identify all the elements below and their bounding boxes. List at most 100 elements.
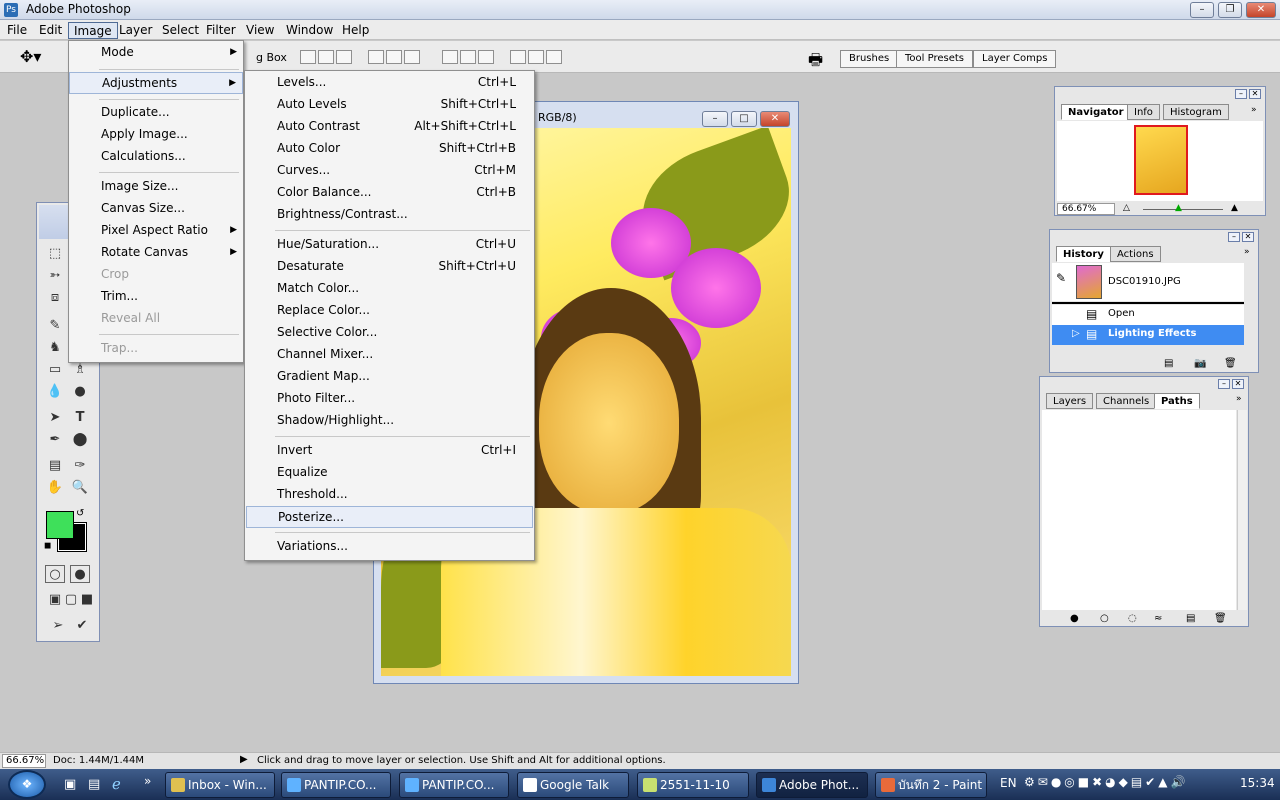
file-browser-icon[interactable]: 🖶: [808, 49, 823, 76]
palette-minimize-icon[interactable]: –: [1235, 89, 1247, 99]
minimize-button[interactable]: –: [1190, 2, 1214, 18]
paths-list[interactable]: [1042, 410, 1236, 610]
menu-item-hue-saturation[interactable]: Hue/Saturation... Ctrl+U: [245, 234, 534, 256]
taskbar-item[interactable]: 2551-11-10: [637, 772, 749, 798]
menu-item-pixel-aspect-ratio[interactable]: Pixel Aspect Ratio ▶: [69, 220, 243, 242]
paths-scrollbar[interactable]: [1237, 410, 1247, 610]
restore-button[interactable]: ❐: [1218, 2, 1242, 18]
swap-colors-icon[interactable]: ↺: [76, 508, 84, 519]
clone-stamp-icon[interactable]: ♞: [45, 339, 65, 357]
menu-item-gradient-map[interactable]: Gradient Map...: [245, 366, 534, 388]
menu-item-replace-color[interactable]: Replace Color...: [245, 300, 534, 322]
history-state-row[interactable]: ▤ Open: [1052, 305, 1244, 325]
menu-help[interactable]: Help: [337, 22, 374, 39]
system-tray-icons[interactable]: ⚙✉●◎■✖◕◆▤✔▲🔊: [1024, 775, 1188, 789]
load-path-as-selection-icon[interactable]: ◌: [1128, 613, 1137, 624]
tab-info[interactable]: Info: [1127, 104, 1160, 120]
taskbar-item[interactable]: Inbox - Win...: [165, 772, 275, 798]
tab-channels[interactable]: Channels: [1096, 393, 1157, 409]
blur-tool-icon[interactable]: 💧: [45, 383, 65, 401]
palette-close-icon[interactable]: ✕: [1232, 379, 1244, 389]
menu-layer[interactable]: Layer: [114, 22, 157, 39]
align-top-icon[interactable]: [300, 50, 316, 64]
menu-item-channel-mixer[interactable]: Channel Mixer...: [245, 344, 534, 366]
menu-item-auto-contrast[interactable]: Auto Contrast Alt+Shift+Ctrl+L: [245, 116, 534, 138]
menu-file[interactable]: File: [2, 22, 32, 39]
menu-item-match-color[interactable]: Match Color...: [245, 278, 534, 300]
history-brush-source-icon[interactable]: ✎: [1056, 271, 1066, 285]
stroke-path-icon[interactable]: ○: [1100, 613, 1109, 624]
tab-actions[interactable]: Actions: [1110, 246, 1161, 262]
menu-item-image-size[interactable]: Image Size...: [69, 176, 243, 198]
distribute-left-icon[interactable]: [510, 50, 526, 64]
history-snapshot-row[interactable]: ✎ DSC01910.JPG: [1052, 263, 1244, 301]
navigator-thumbnail[interactable]: [1134, 125, 1188, 195]
quick-mask-icon[interactable]: ●: [70, 565, 90, 583]
move-tool-icon[interactable]: ✥▾: [20, 47, 41, 66]
pen-tool-icon[interactable]: ✒: [45, 431, 65, 449]
menu-item-threshold[interactable]: Threshold...: [245, 484, 534, 506]
status-doc-size[interactable]: Doc: 1.44M/1.44M: [53, 755, 144, 766]
fill-path-icon[interactable]: ●: [1070, 613, 1079, 624]
navigator-preview-area[interactable]: [1057, 121, 1263, 201]
zoom-tool-icon[interactable]: 🔍: [70, 479, 90, 497]
tab-paths[interactable]: Paths: [1154, 393, 1200, 409]
make-work-path-icon[interactable]: ≈: [1154, 613, 1162, 624]
notes-tool-icon[interactable]: ▤: [45, 457, 65, 475]
align-hcenter-icon[interactable]: [386, 50, 402, 64]
menu-item-calculations[interactable]: Calculations...: [69, 146, 243, 168]
lasso-tool-icon[interactable]: ➳: [45, 267, 65, 285]
menu-item-brightness-contrast[interactable]: Brightness/Contrast...: [245, 204, 534, 226]
hand-tool-icon[interactable]: ✋: [45, 479, 65, 497]
healing-brush-icon[interactable]: ✎: [45, 317, 65, 335]
quick-launch-more-icon[interactable]: »: [144, 774, 151, 788]
well-tab-brushes[interactable]: Brushes: [840, 50, 899, 68]
menu-item-levels[interactable]: Levels... Ctrl+L: [245, 72, 534, 94]
distribute-vcenter-icon[interactable]: [460, 50, 476, 64]
zoom-slider-track[interactable]: [1143, 209, 1223, 210]
status-zoom-field[interactable]: 66.67%: [2, 754, 46, 768]
doc-restore-button[interactable]: □: [731, 111, 757, 127]
distribute-top-icon[interactable]: [442, 50, 458, 64]
default-colors-icon[interactable]: ◼: [44, 541, 51, 551]
delete-state-icon[interactable]: 🗑: [1224, 358, 1237, 369]
foreground-color-swatch[interactable]: [46, 511, 74, 539]
menu-image[interactable]: Image: [68, 22, 118, 39]
eraser-tool-icon[interactable]: ▭: [45, 361, 65, 379]
menu-item-desaturate[interactable]: Desaturate Shift+Ctrl+U: [245, 256, 534, 278]
menu-item-invert[interactable]: Invert Ctrl+I: [245, 440, 534, 462]
palette-menu-icon[interactable]: »: [1236, 394, 1242, 404]
menu-item-color-balance[interactable]: Color Balance... Ctrl+B: [245, 182, 534, 204]
show-desktop-icon[interactable]: ▣: [64, 777, 76, 792]
system-clock[interactable]: 15:34: [1240, 776, 1275, 790]
distribute-right-icon[interactable]: [546, 50, 562, 64]
status-menu-arrow-icon[interactable]: ▶: [240, 754, 248, 765]
marquee-tool-icon[interactable]: ⬚: [45, 245, 65, 263]
checkmark-icon[interactable]: ✔: [72, 617, 92, 635]
menu-item-trim[interactable]: Trim...: [69, 286, 243, 308]
delete-path-icon[interactable]: 🗑: [1214, 613, 1227, 624]
menu-view[interactable]: View: [241, 22, 279, 39]
zoom-in-icon[interactable]: ▲: [1231, 203, 1238, 213]
tab-navigator[interactable]: Navigator: [1061, 104, 1131, 120]
menu-item-variations[interactable]: Variations...: [245, 536, 534, 558]
taskbar-item[interactable]: Google Talk: [517, 772, 629, 798]
distribute-bottom-icon[interactable]: [478, 50, 494, 64]
menu-item-equalize[interactable]: Equalize: [245, 462, 534, 484]
palette-minimize-icon[interactable]: –: [1228, 232, 1240, 242]
align-bottom-icon[interactable]: [336, 50, 352, 64]
taskbar-item-active[interactable]: Adobe Phot...: [756, 772, 868, 798]
well-tab-layer-comps[interactable]: Layer Comps: [973, 50, 1057, 68]
palette-close-icon[interactable]: ✕: [1249, 89, 1261, 99]
palette-close-icon[interactable]: ✕: [1242, 232, 1254, 242]
menu-item-canvas-size[interactable]: Canvas Size...: [69, 198, 243, 220]
menu-item-photo-filter[interactable]: Photo Filter...: [245, 388, 534, 410]
eyedropper-icon[interactable]: ✑: [70, 457, 90, 475]
taskbar-item[interactable]: บันทึก 2 - Paint: [875, 772, 987, 798]
align-vcenter-icon[interactable]: [318, 50, 334, 64]
tab-history[interactable]: History: [1056, 246, 1111, 262]
menu-item-rotate-canvas[interactable]: Rotate Canvas ▶: [69, 242, 243, 264]
menu-window[interactable]: Window: [281, 22, 338, 39]
palette-minimize-icon[interactable]: –: [1218, 379, 1230, 389]
taskbar-item[interactable]: PANTIP.CO...: [399, 772, 509, 798]
